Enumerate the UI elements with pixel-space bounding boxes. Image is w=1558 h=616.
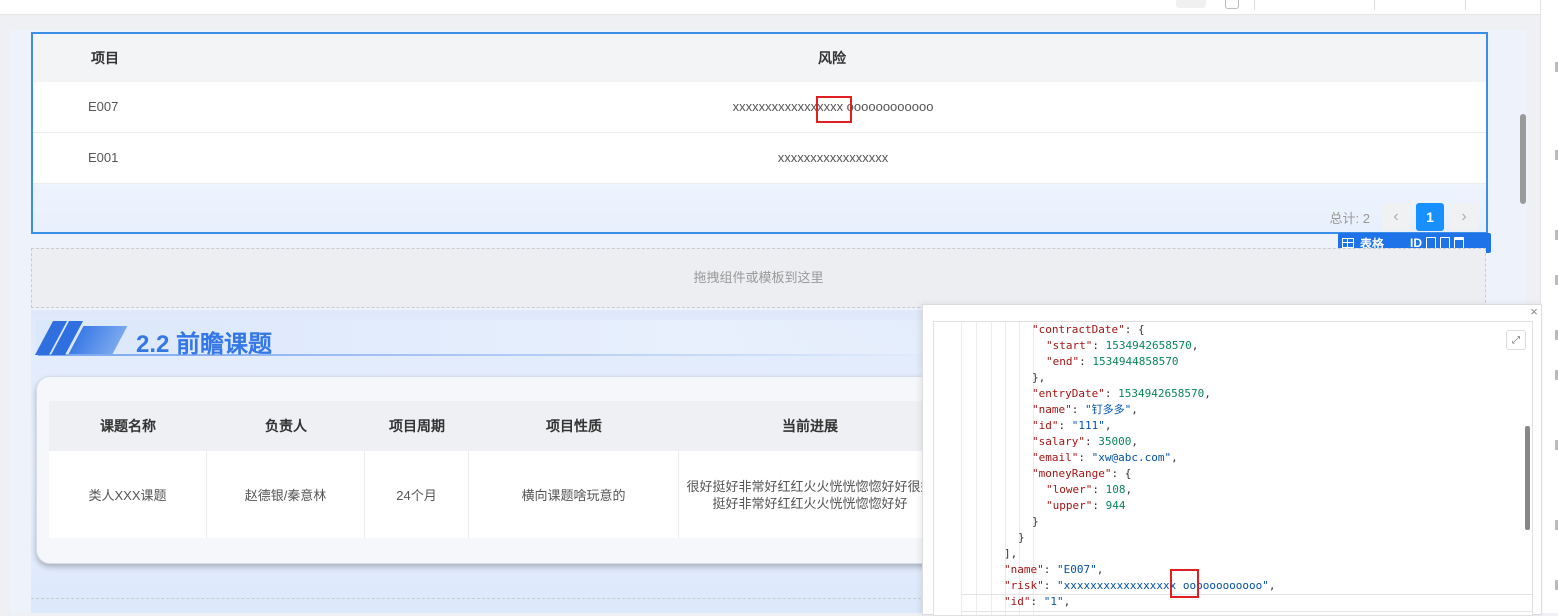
code-line: "entryDate": 1534942658570, — [1032, 387, 1211, 400]
table-row[interactable]: E001 xxxxxxxxxxxxxxxxx — [33, 133, 1486, 184]
code-line: "name": "E007", — [1004, 563, 1104, 576]
expand-icon[interactable]: ⤢ — [1506, 330, 1526, 350]
header-owner: 负责人 — [265, 418, 307, 434]
cell-progress: 很好挺好非常好红红火火恍恍惚惚好好很好挺好非常好红红火火恍恍惚惚好好 — [686, 478, 934, 511]
canvas-scrollbar[interactable] — [1520, 114, 1526, 204]
risk-table-component[interactable]: 项目 风险 E007 xxxxxxxxxxxxxxxxx ooooooooooo… — [31, 32, 1488, 234]
highlight-box — [1170, 569, 1199, 598]
toolbar-divider — [1254, 0, 1255, 10]
code-line: "id": "111", — [1032, 419, 1112, 432]
cell-owner: 赵德银/秦意林 — [207, 451, 365, 538]
header-project: 项目 — [91, 50, 119, 66]
code-line: "salary": 35000, — [1032, 435, 1138, 448]
chevron-right-icon[interactable]: › — [1450, 203, 1478, 231]
toolbar-divider — [1374, 0, 1375, 10]
code-line: "contractDate": { — [1032, 323, 1145, 336]
table-row[interactable]: 类人XXX课题 赵德银/秦意林 24个月 横向课题啥玩意的 很好挺好非常好红红火… — [49, 451, 949, 538]
json-editor[interactable]: "contractDate": { "start": 1534942658570,… — [933, 321, 1533, 616]
table-header: 课题名称 负责人 项目周期 项目性质 当前进展 — [49, 401, 949, 451]
close-icon[interactable]: × — [1527, 305, 1541, 319]
header-progress: 当前进展 — [782, 418, 838, 434]
indent-guide — [976, 322, 977, 615]
page-button-current[interactable]: 1 — [1416, 203, 1444, 231]
toolbar-button[interactable] — [1176, 0, 1206, 8]
code-line: } — [1018, 531, 1025, 544]
code-line: "moneyRange": { — [1032, 467, 1132, 480]
grid-icon — [1342, 238, 1354, 248]
right-side-panel — [1540, 0, 1558, 613]
highlight-box — [816, 96, 852, 123]
cell-risk: xxxxxxxxxxxxxxxxx — [777, 150, 889, 165]
code-line: ], — [1004, 547, 1018, 560]
total-count: 总计: 2 — [1329, 210, 1370, 226]
chevron-left-icon[interactable]: ‹ — [1382, 203, 1410, 231]
code-line: }, — [1032, 371, 1046, 384]
code-line: "lower": 108, — [1046, 483, 1133, 496]
cell-period: 24个月 — [365, 451, 469, 538]
code-line: "name": "钉多多", — [1032, 403, 1138, 416]
drop-zone[interactable]: 拖拽组件或模板到这里 — [31, 248, 1486, 308]
indent-guide — [991, 322, 992, 615]
cell-topic-name: 类人XXX课题 — [49, 451, 207, 538]
table-header: 项目 风险 — [33, 34, 1486, 82]
topics-table: 课题名称 负责人 项目周期 项目性质 当前进展 类人XXX课题 赵德银/秦意林 … — [49, 401, 949, 538]
pagination: 总计: 2 ‹ 1 › — [1330, 202, 1478, 232]
code-line: "start": 1534942658570, — [1046, 339, 1199, 352]
code-line: "upper": 944 — [1046, 499, 1126, 512]
header-period: 项目周期 — [389, 418, 445, 434]
code-line: "end": 1534944858570 — [1046, 355, 1179, 368]
toolbar-divider — [1465, 0, 1466, 10]
json-viewer-popup: × "contractDate": { "start": 153494265857… — [922, 304, 1542, 616]
header-nature: 项目性质 — [546, 418, 602, 434]
cell-project: E007 — [88, 99, 119, 114]
page-icon[interactable] — [1225, 0, 1239, 9]
drop-zone-edge — [31, 598, 931, 614]
cell-project: E001 — [88, 150, 119, 165]
top-toolbar — [0, 0, 1540, 15]
section-title: 2.2 前瞻课题 — [136, 331, 273, 358]
code-line: "risk": "xxxxxxxxxxxxxxxxx oooooooooooo"… — [1004, 579, 1276, 592]
code-line: } — [1032, 515, 1039, 528]
table-row[interactable]: E007 xxxxxxxxxxxxxxxxx oooooooooooo — [33, 82, 1486, 133]
indent-guide — [961, 322, 962, 615]
cell-nature: 横向课题啥玩意的 — [469, 451, 679, 538]
code-line: "id": "1", — [1004, 595, 1071, 608]
editor-scrollbar[interactable] — [1525, 426, 1530, 530]
header-topic-name: 课题名称 — [100, 418, 156, 434]
header-risk: 风险 — [818, 50, 846, 66]
code-line: "email": "xw@abc.com", — [1032, 451, 1178, 464]
